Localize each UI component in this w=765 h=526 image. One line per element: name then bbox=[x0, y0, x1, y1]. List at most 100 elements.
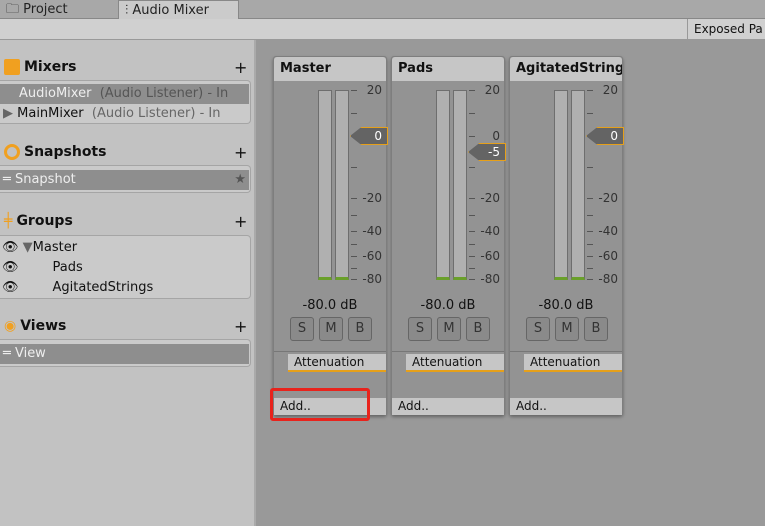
volume-fader-handle[interactable]: 0 bbox=[586, 127, 624, 145]
scale-tick bbox=[469, 215, 475, 216]
strip-name[interactable]: Master bbox=[274, 57, 386, 81]
strip-name[interactable]: AgitatedStrings bbox=[510, 57, 622, 81]
scale-tick bbox=[587, 215, 593, 216]
scale-label: -40 bbox=[598, 224, 618, 238]
scale-tick bbox=[469, 268, 475, 269]
channel-strip: Master 200-20-40-60-800 -80.0 dBSMB Atte… bbox=[273, 56, 388, 415]
level-readout: -80.0 dB bbox=[420, 298, 476, 313]
scale-label: 20 bbox=[366, 83, 382, 97]
effect-attenuation[interactable]: Attenuation bbox=[406, 354, 504, 372]
snapshot-icon bbox=[4, 144, 20, 160]
mixer-item[interactable]: AudioMixer (Audio Listener) - In bbox=[0, 84, 249, 104]
mixer-sliders-icon: ⫶ bbox=[125, 3, 129, 18]
add-effect-button[interactable]: Add.. bbox=[510, 398, 622, 415]
mute-button[interactable]: M bbox=[319, 317, 343, 341]
highlight-box bbox=[270, 388, 370, 421]
effect-attenuation[interactable]: Attenuation bbox=[288, 354, 386, 372]
tab-project[interactable]: 🗀 Project bbox=[0, 0, 74, 19]
level-meter-left bbox=[436, 90, 450, 280]
exposed-parameters-button[interactable]: Exposed Pa bbox=[687, 19, 763, 40]
bypass-button[interactable]: B bbox=[584, 317, 608, 341]
mixer-icon bbox=[4, 59, 20, 75]
channel-strip: Pads 20 0 -20 -40 -60 -80 -5 -80.0 dB S M B Atten… bbox=[391, 56, 506, 415]
scale-tick bbox=[351, 167, 357, 168]
scale-tick bbox=[351, 279, 357, 280]
bypass-button[interactable]: B bbox=[466, 317, 490, 341]
channel-strip: AgitatedStrings 200-20-40-60-800 -80.0 d… bbox=[509, 56, 624, 415]
mixer-item[interactable]: ▶ MainMixer (Audio Listener) - In bbox=[0, 104, 249, 124]
group-item[interactable]: 👁 Pads bbox=[0, 258, 249, 278]
eye-icon: 👁 bbox=[2, 240, 19, 255]
scale-tick bbox=[469, 136, 475, 137]
left-panel: Mixers + AudioMixer (Audio Listener) - I… bbox=[0, 40, 256, 526]
level-meter-left bbox=[554, 90, 568, 280]
scale-tick bbox=[469, 231, 475, 232]
add-view-button[interactable]: + bbox=[234, 319, 247, 335]
scale-label: -40 bbox=[480, 224, 500, 238]
scale-tick bbox=[351, 90, 357, 91]
add-mixer-button[interactable]: + bbox=[234, 60, 247, 76]
scale-tick bbox=[351, 268, 357, 269]
scale-tick bbox=[587, 198, 593, 199]
groups-header: ╪ Groups bbox=[4, 213, 73, 229]
scale-label: -80 bbox=[598, 272, 618, 286]
toolbar bbox=[0, 19, 765, 40]
solo-button[interactable]: S bbox=[408, 317, 432, 341]
scale-tick bbox=[587, 279, 593, 280]
effect-attenuation[interactable]: Attenuation bbox=[524, 354, 622, 372]
scale-label: 20 bbox=[484, 83, 500, 97]
scale-label: -80 bbox=[480, 272, 500, 286]
solo-button[interactable]: S bbox=[526, 317, 550, 341]
scale-tick bbox=[351, 198, 357, 199]
tab-audio-mixer[interactable]: ⫶ Audio Mixer bbox=[118, 0, 239, 19]
mute-button[interactable]: M bbox=[555, 317, 579, 341]
scale-tick bbox=[587, 244, 593, 245]
scale-tick bbox=[469, 244, 475, 245]
scale-tick bbox=[469, 198, 475, 199]
scale-tick bbox=[587, 256, 593, 257]
folder-icon: 🗀 bbox=[6, 2, 20, 17]
scale-label: -80 bbox=[362, 272, 382, 286]
drag-handle-icon: ═ bbox=[3, 346, 11, 361]
collapse-arrow-icon: ▼ bbox=[22, 240, 33, 255]
scale-tick bbox=[587, 268, 593, 269]
add-snapshot-button[interactable]: + bbox=[234, 145, 247, 161]
mixers-header: Mixers bbox=[4, 58, 77, 76]
scale-label: -40 bbox=[362, 224, 382, 238]
bypass-button[interactable]: B bbox=[348, 317, 372, 341]
divider bbox=[274, 351, 386, 352]
solo-button[interactable]: S bbox=[290, 317, 314, 341]
group-item[interactable]: 👁 ▼Master bbox=[0, 238, 249, 258]
mixers-list: AudioMixer (Audio Listener) - In ▶ MainM… bbox=[0, 80, 251, 124]
star-icon: ★ bbox=[234, 172, 246, 187]
scale-label: 0 bbox=[492, 129, 500, 143]
group-icon: ╪ bbox=[4, 213, 13, 229]
volume-fader-handle[interactable]: -5 bbox=[468, 143, 506, 161]
strip-name[interactable]: Pads bbox=[392, 57, 504, 81]
eye-icon: 👁 bbox=[2, 260, 19, 275]
snapshot-item[interactable]: ═ Snapshot ★ bbox=[0, 170, 249, 190]
volume-fader-handle[interactable]: 0 bbox=[350, 127, 388, 145]
scale-tick bbox=[351, 231, 357, 232]
scale-label: -60 bbox=[480, 249, 500, 263]
scale-tick bbox=[587, 231, 593, 232]
level-meter-right bbox=[453, 90, 467, 280]
mute-button[interactable]: M bbox=[437, 317, 461, 341]
scale-label: -60 bbox=[362, 249, 382, 263]
scale-label: -20 bbox=[598, 191, 618, 205]
views-icon: ◉ bbox=[4, 318, 17, 334]
scale-tick bbox=[587, 167, 593, 168]
scale-tick bbox=[587, 113, 593, 114]
scale-tick bbox=[351, 113, 357, 114]
view-item[interactable]: ═ View bbox=[0, 344, 249, 364]
add-group-button[interactable]: + bbox=[234, 214, 247, 230]
scale-tick bbox=[351, 215, 357, 216]
scale-tick bbox=[469, 279, 475, 280]
divider bbox=[510, 351, 622, 352]
scale-label: -60 bbox=[598, 249, 618, 263]
divider bbox=[392, 351, 504, 352]
group-item[interactable]: 👁 AgitatedStrings bbox=[0, 278, 249, 298]
expand-arrow-icon: ▶ bbox=[3, 106, 13, 121]
level-meter-right bbox=[335, 90, 349, 280]
add-effect-button[interactable]: Add.. bbox=[392, 398, 504, 415]
